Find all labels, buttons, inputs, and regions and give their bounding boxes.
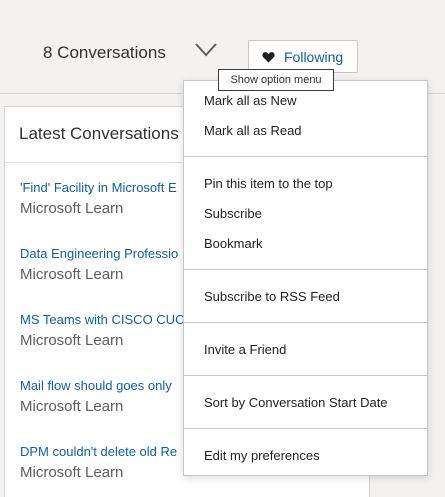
menu-item-pin-to-top[interactable]: Pin this item to the top [204,176,333,191]
menu-separator [184,428,427,429]
chevron-down-icon[interactable] [194,41,218,59]
panel-title: Latest Conversations [19,124,179,143]
menu-item-rss-feed[interactable]: Subscribe to RSS Feed [204,289,340,304]
conversation-count: 8 Conversations [43,43,166,62]
menu-item-subscribe[interactable]: Subscribe [204,206,262,221]
tooltip: Show option menu [218,69,334,91]
heart-icon [262,51,275,62]
menu-item-mark-all-read[interactable]: Mark all as Read [204,123,302,138]
menu-item-invite-friend[interactable]: Invite a Friend [204,342,286,357]
menu-separator [184,156,427,157]
options-menu: Mark all as New Mark all as Read Pin thi… [183,80,428,476]
menu-item-bookmark[interactable]: Bookmark [204,236,263,251]
following-label: Following [284,48,344,65]
menu-separator [184,375,427,376]
menu-item-edit-preferences[interactable]: Edit my preferences [204,448,320,463]
menu-separator [184,269,427,270]
menu-item-mark-all-new[interactable]: Mark all as New [204,93,296,108]
menu-item-sort-by-start-date[interactable]: Sort by Conversation Start Date [204,395,388,410]
menu-separator [184,322,427,323]
